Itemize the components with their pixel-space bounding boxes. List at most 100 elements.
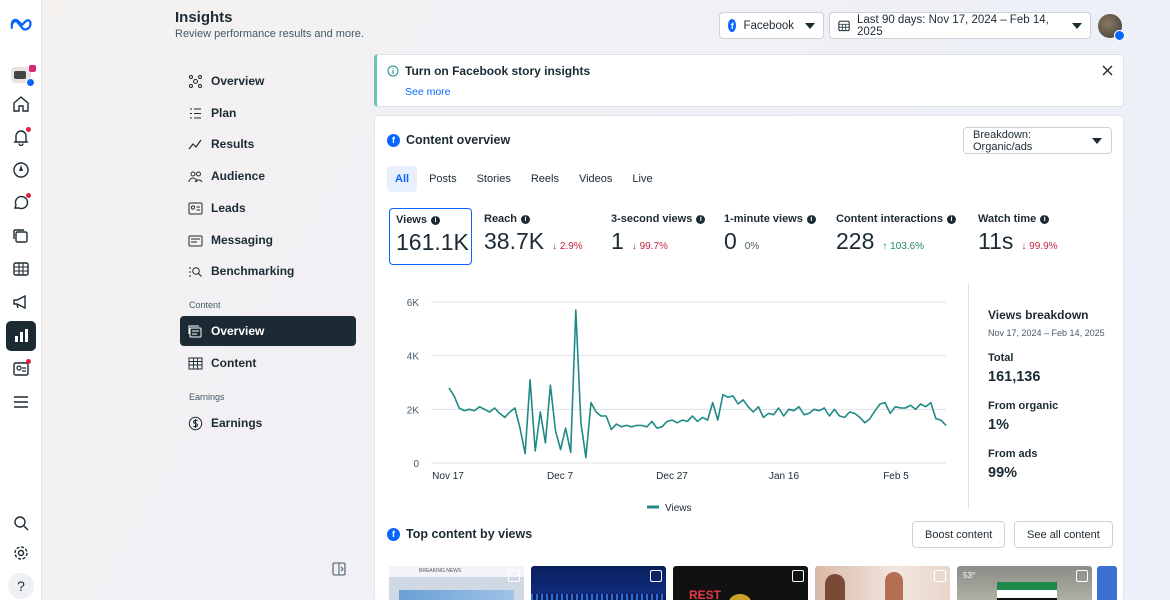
account-switcher-icon[interactable]	[9, 63, 36, 87]
nav-item-label: Audience	[211, 169, 266, 183]
x-tick-label: Feb 5	[883, 471, 909, 482]
content-thumbnail[interactable]	[1097, 566, 1117, 600]
nav-item-results[interactable]: Results	[180, 129, 356, 159]
info-icon[interactable]: i	[521, 214, 531, 224]
menu-icon[interactable]	[9, 390, 33, 414]
metric-views[interactable]: Views i 161.1K	[389, 208, 472, 265]
date-range-select[interactable]: Last 90 days: Nov 17, 2024 – Feb 14, 202…	[829, 12, 1091, 39]
info-icon[interactable]: i	[696, 214, 706, 224]
settings-icon[interactable]	[9, 541, 33, 565]
see-more-link[interactable]: See more	[405, 86, 451, 98]
metric-reach[interactable]: Reach i 38.7K ↓ 2.9%	[478, 208, 598, 265]
info-icon[interactable]: i	[1040, 214, 1050, 224]
help-icon[interactable]: ?	[8, 573, 34, 599]
home-icon[interactable]	[9, 92, 33, 116]
content-thumbnail[interactable]: REST	[673, 566, 808, 600]
nav-item-label: Results	[211, 137, 255, 151]
metric-value: 0	[724, 228, 737, 254]
nav-item-label: Overview	[211, 324, 265, 338]
calendar-icon	[838, 20, 850, 32]
tab-reels[interactable]: Reels	[523, 166, 567, 192]
planner-icon[interactable]	[9, 257, 33, 281]
boost-content-button[interactable]: Boost content	[912, 521, 1006, 548]
nav-item-leads[interactable]: Leads	[180, 193, 356, 223]
metric-value: 1	[611, 228, 624, 254]
content-thumbnail[interactable]	[815, 566, 950, 600]
tab-all[interactable]: All	[387, 166, 418, 192]
benchmarking-icon	[189, 266, 202, 277]
content-library-icon[interactable]	[9, 224, 33, 248]
breakdown-select[interactable]: Breakdown: Organic/ads	[963, 127, 1112, 154]
messaging-icon	[188, 235, 203, 246]
x-tick-label: Dec 7	[547, 471, 574, 482]
audience-icon	[188, 171, 203, 182]
nav-item-earnings[interactable]: Earnings	[180, 408, 356, 438]
insights-icon[interactable]	[6, 321, 36, 351]
total-value: 161,136	[988, 369, 1041, 385]
nav-item-label: Earnings	[211, 416, 263, 430]
nav-item-messaging[interactable]: Messaging	[180, 225, 356, 255]
content-thumbnail[interactable]: 53°	[957, 566, 1092, 600]
thumbnail-caption: REST	[689, 588, 722, 600]
nav-item-benchmarking[interactable]: Benchmarking	[180, 256, 356, 286]
search-icon[interactable]	[9, 511, 33, 535]
tab-posts[interactable]: Posts	[421, 166, 465, 192]
metric-delta: ↑ 103.6%	[882, 241, 925, 252]
chevron-down-icon	[805, 22, 815, 29]
leads-icon	[188, 202, 203, 214]
platform-select-label: Facebook	[743, 19, 794, 32]
meta-logo-icon[interactable]	[8, 12, 36, 36]
content-overview-icon	[188, 325, 202, 337]
metric-value: 11s	[978, 228, 1014, 254]
table-icon	[188, 357, 203, 369]
see-all-content-button[interactable]: See all content	[1014, 521, 1113, 548]
nav-item-content[interactable]: Content	[180, 348, 356, 378]
nav-item-label: Overview	[211, 74, 265, 88]
content-type-tabs: All Posts Stories Reels Videos Live	[387, 166, 661, 192]
chevron-down-icon	[1072, 22, 1082, 29]
video-icon	[934, 570, 946, 582]
overview-icon	[189, 74, 202, 88]
nav-item-plan[interactable]: Plan	[180, 98, 356, 128]
metric-value: 161.1K	[396, 229, 469, 255]
dollar-icon	[188, 416, 203, 430]
x-tick-label: Nov 17	[432, 471, 464, 482]
nav-item-audience[interactable]: Audience	[180, 161, 356, 191]
thumbnail-caption: 53°	[963, 571, 976, 580]
tab-live[interactable]: Live	[624, 166, 660, 192]
tab-videos[interactable]: Videos	[571, 166, 620, 192]
collapse-sidebar-icon[interactable]	[332, 562, 346, 576]
organic-value: 1%	[988, 417, 1009, 433]
metric-3-second-views[interactable]: 3-second views i 1 ↓ 99.7%	[605, 208, 713, 265]
ads-icon[interactable]	[9, 290, 33, 314]
content-thumbnail[interactable]	[531, 566, 666, 600]
content-thumbnail[interactable]: BREAKING NEWS	[389, 566, 524, 600]
ads-value: 99%	[988, 465, 1018, 481]
platform-select[interactable]: f Facebook	[719, 12, 824, 39]
info-icon[interactable]: i	[806, 214, 816, 224]
notifications-icon[interactable]	[9, 125, 33, 149]
info-icon[interactable]: i	[431, 215, 440, 225]
inbox-icon[interactable]	[9, 191, 33, 215]
top-content-title: Top content by views	[406, 527, 533, 541]
nav-item-overview[interactable]: Overview	[180, 66, 356, 96]
results-icon	[188, 139, 202, 149]
metric-content-interactions[interactable]: Content interactions i 228 ↑ 103.6%	[830, 208, 965, 265]
notice-title: Turn on Facebook story insights	[405, 64, 591, 78]
tab-stories[interactable]: Stories	[469, 166, 519, 192]
compass-icon[interactable]	[9, 158, 33, 182]
content-overview-heading: f Content overview	[387, 133, 510, 147]
metric-1-minute-views[interactable]: 1-minute views i 0 0%	[718, 208, 823, 265]
story-insights-notice: Turn on Facebook story insights See more	[374, 54, 1124, 107]
info-icon[interactable]: i	[946, 214, 956, 224]
close-icon[interactable]	[1102, 65, 1113, 76]
metric-delta: 0%	[744, 241, 760, 252]
leads-center-icon[interactable]	[9, 357, 33, 381]
metric-watch-time[interactable]: Watch time i 11s ↓ 99.9%	[972, 208, 1072, 265]
chart-divider	[968, 284, 969, 509]
nav-item-label: Content	[211, 356, 257, 370]
nav-item-content-overview[interactable]: Overview	[180, 316, 356, 346]
content-overview-title: Content overview	[406, 133, 511, 147]
metric-delta: ↓ 99.9%	[1021, 241, 1058, 252]
avatar[interactable]	[1098, 14, 1125, 41]
